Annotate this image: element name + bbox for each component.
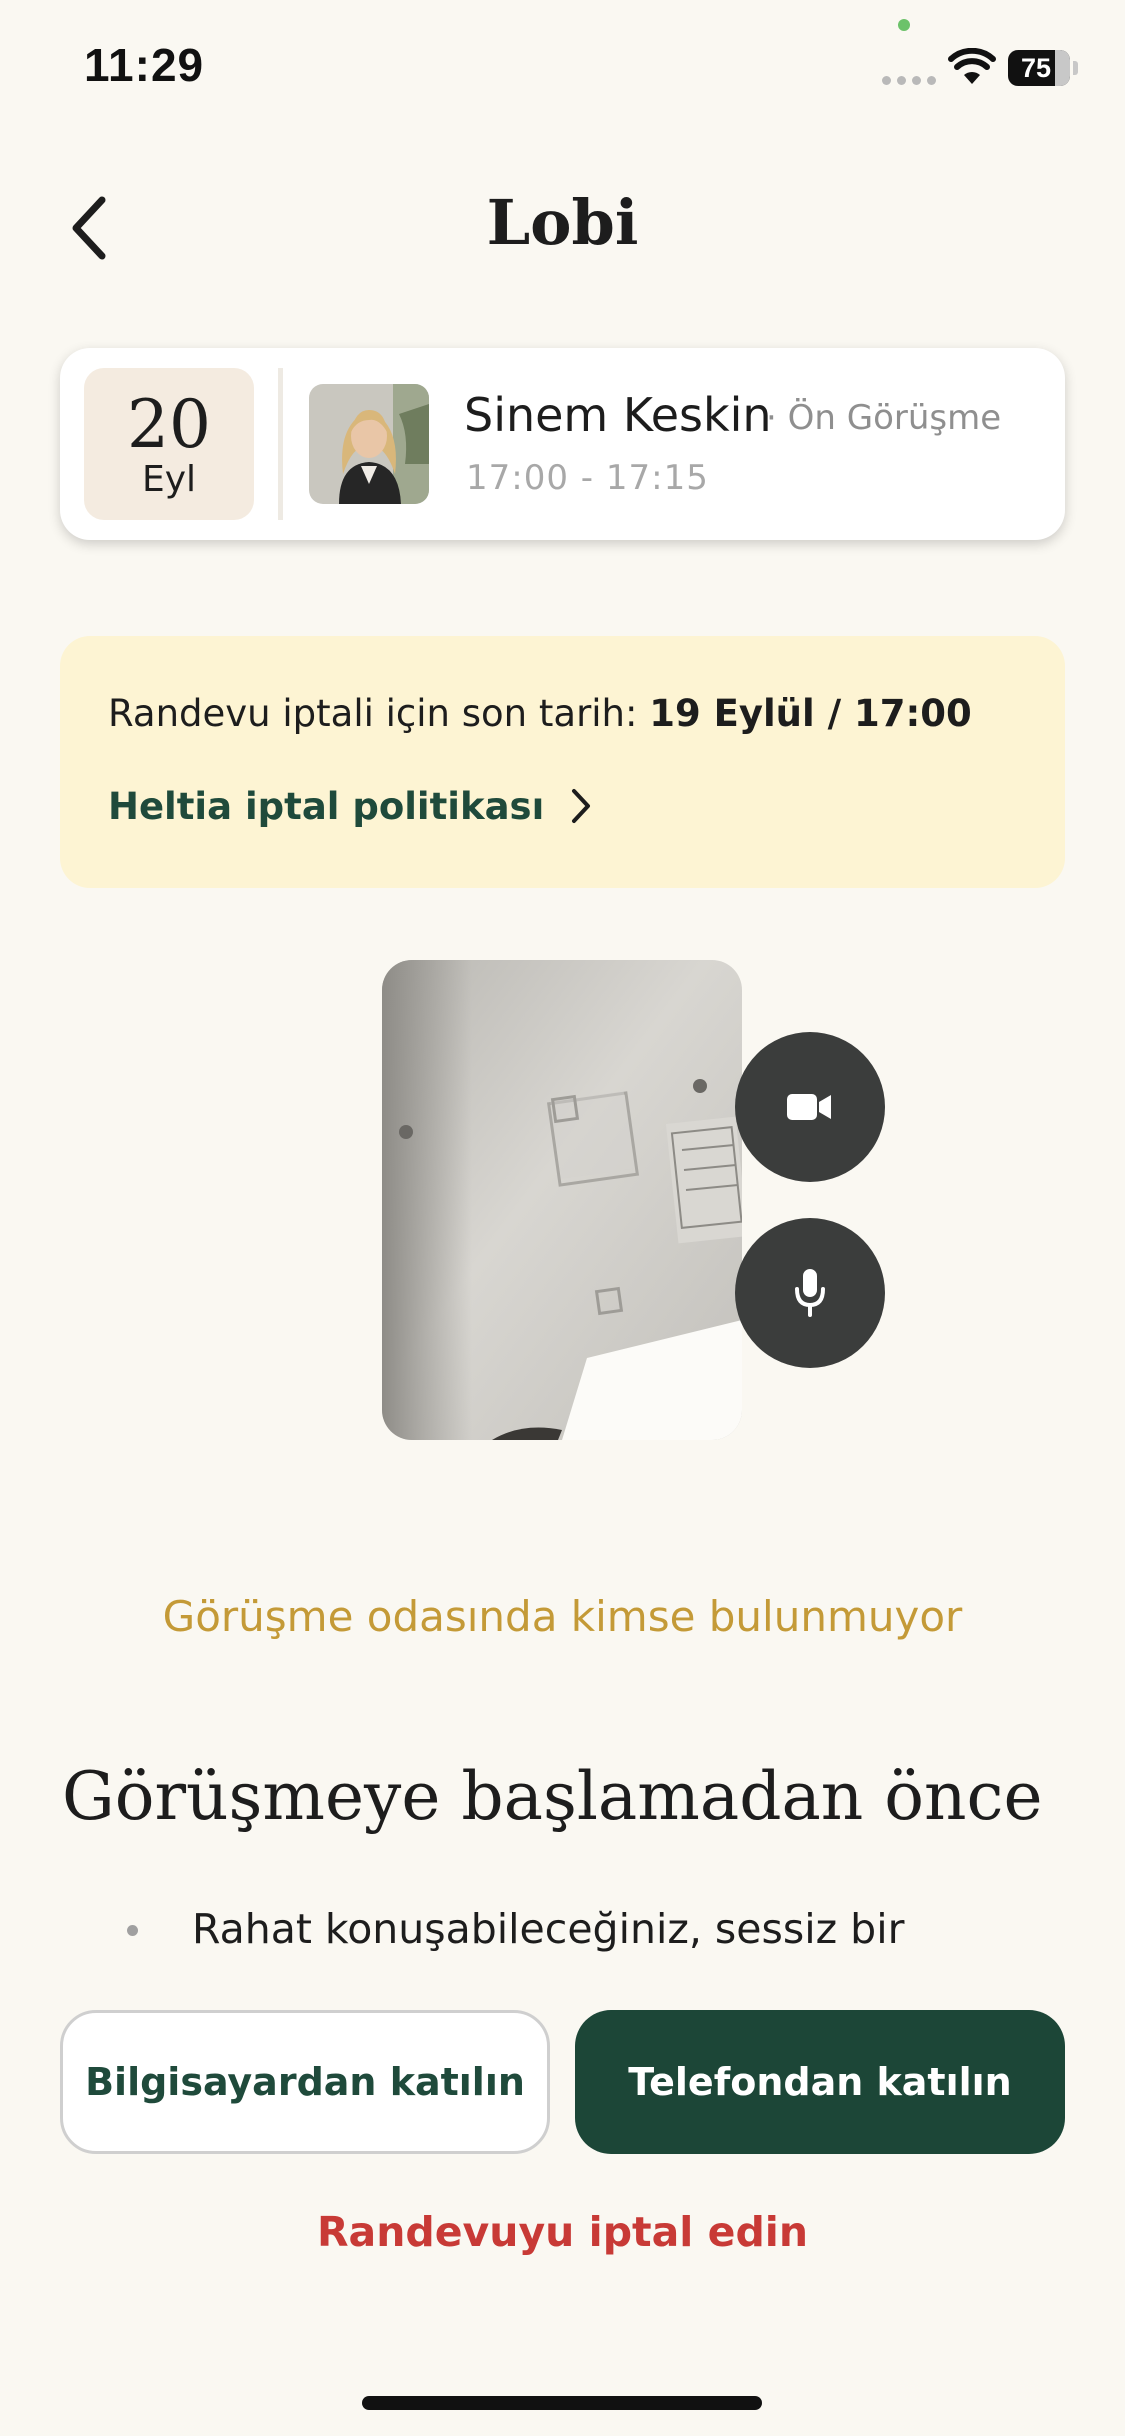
join-from-computer-button[interactable]: Bilgisayardan katılın <box>60 2010 550 2154</box>
deadline-prefix: Randevu iptali için son tarih: <box>108 692 650 735</box>
toggle-microphone-button[interactable] <box>735 1218 885 1368</box>
microphone-icon <box>795 1269 825 1317</box>
appointment-month: Eyl <box>141 459 197 500</box>
avatar <box>309 384 429 504</box>
camera-preview <box>382 960 742 1440</box>
camera-indicator-dot <box>898 19 910 31</box>
cancellation-deadline-text: Randevu iptali için son tarih: 19 Eylül … <box>108 692 972 735</box>
session-type: · Ön Görüşme <box>766 398 1002 438</box>
signal-dots-icon <box>882 76 936 85</box>
room-status-text: Görüşme odasında kimse bulunmuyor <box>162 1592 963 1641</box>
cancel-appointment-button[interactable]: Randevuyu iptal edin <box>0 2208 1125 2256</box>
battery-nub <box>1073 61 1078 75</box>
page-title: Lobi <box>486 186 639 259</box>
chevron-right-icon <box>572 789 591 823</box>
cancellation-notice: Randevu iptali için son tarih: 19 Eylül … <box>60 636 1065 888</box>
video-camera-icon <box>787 1094 831 1120</box>
policy-link-label: Heltia iptal politikası <box>108 784 545 828</box>
battery-level: 75 <box>1020 53 1052 83</box>
wifi-icon <box>948 48 996 84</box>
section-heading: Görüşmeye başlamadan önce <box>62 1758 1043 1835</box>
appointment-card[interactable]: 20 Eyl Sinem Keskin · Ön Görüşme 17:00 -… <box>60 348 1065 540</box>
session-time: 17:00 - 17:15 <box>466 458 709 498</box>
battery-icon: 75 <box>1008 50 1070 86</box>
cancellation-policy-link[interactable]: Heltia iptal politikası <box>108 776 592 836</box>
list-item: Rahat konuşabileceğiniz, sessiz bir <box>192 1905 905 1953</box>
bullet-dot <box>127 1925 138 1936</box>
join-from-phone-button[interactable]: Telefondan katılın <box>575 2010 1065 2154</box>
card-divider <box>278 368 283 520</box>
appointment-day: 20 <box>127 386 211 463</box>
home-indicator[interactable] <box>362 2396 762 2410</box>
therapist-name: Sinem Keskin <box>464 388 772 442</box>
toggle-camera-button[interactable] <box>735 1032 885 1182</box>
status-time: 11:29 <box>84 39 205 91</box>
deadline-value: 19 Eylül / 17:00 <box>649 692 972 735</box>
date-box: 20 Eyl <box>84 368 254 520</box>
